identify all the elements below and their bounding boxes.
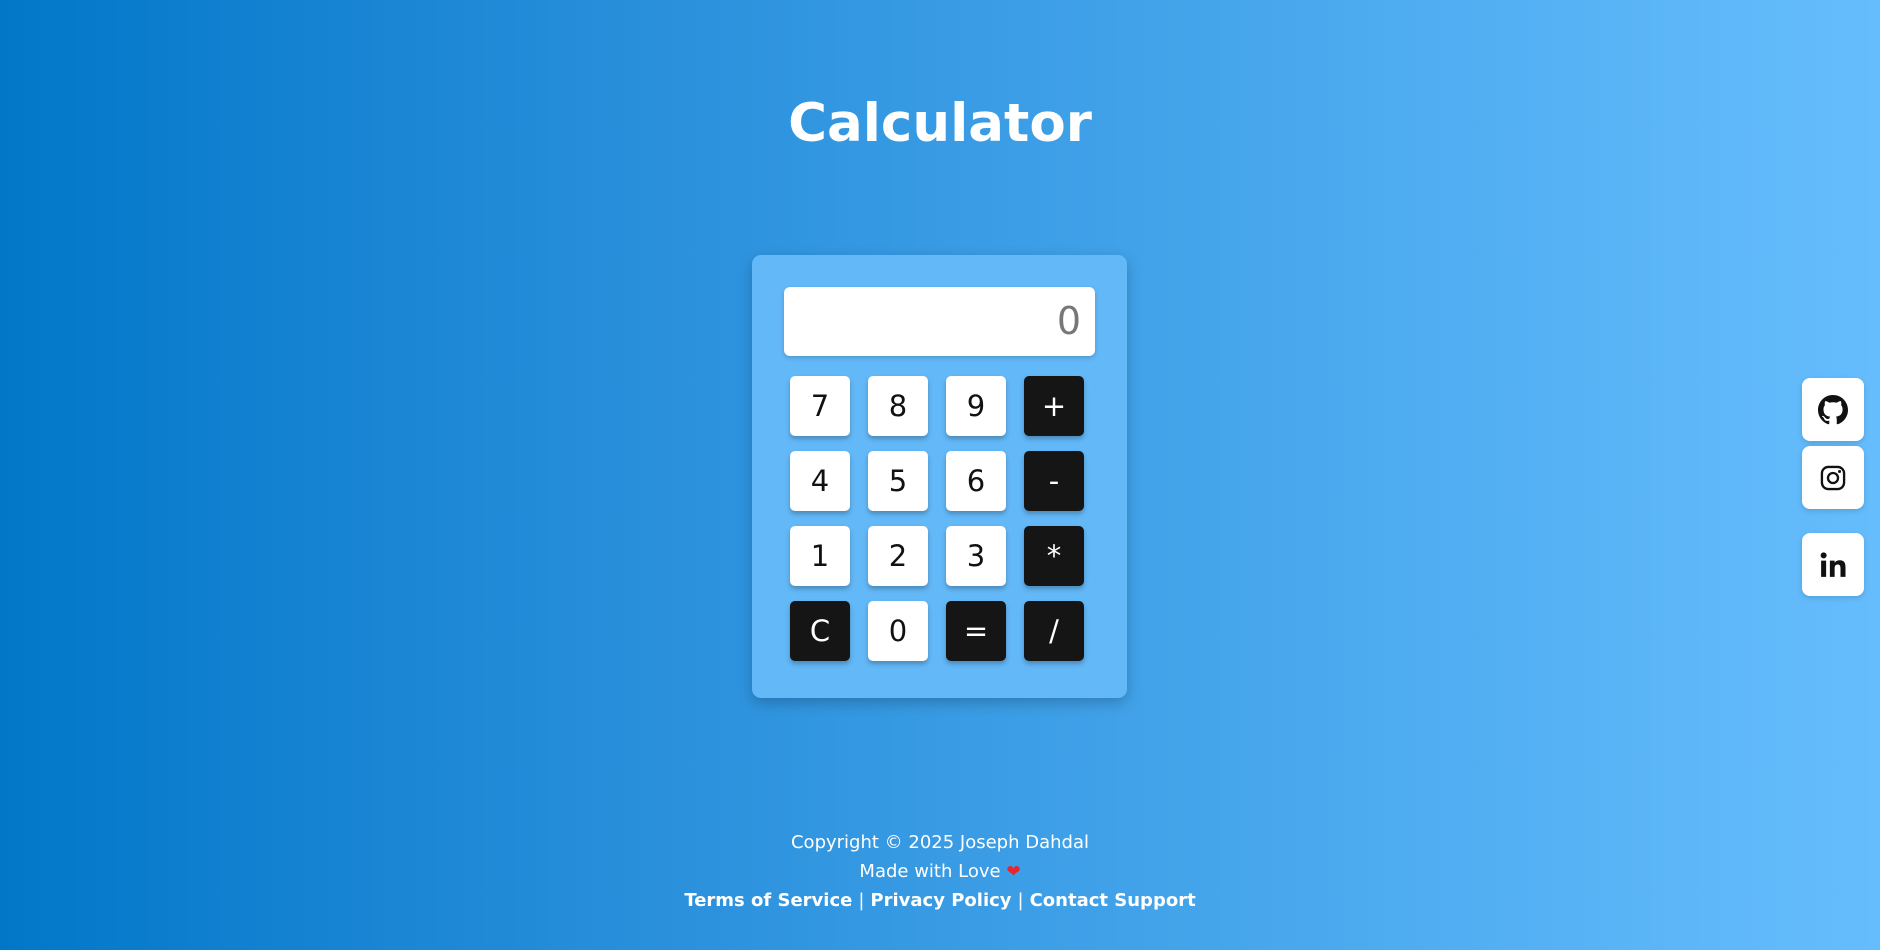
privacy-policy-link[interactable]: Privacy Policy bbox=[870, 890, 1011, 911]
github-link[interactable] bbox=[1802, 378, 1864, 441]
footer-separator: | bbox=[1017, 890, 1024, 911]
key-7-button[interactable]: 7 bbox=[790, 376, 850, 436]
instagram-link[interactable] bbox=[1802, 446, 1864, 509]
calculator: 0 7 8 9 +4 5 6-1 2 3 * C 0 = / bbox=[752, 255, 1127, 698]
instagram-icon bbox=[1819, 464, 1847, 492]
copyright-text: Copyright © 2025 Joseph Dahdal bbox=[790, 832, 1089, 853]
linkedin-icon bbox=[1818, 550, 1848, 580]
key-3-button[interactable]: 3 bbox=[946, 526, 1006, 586]
heart-icon: ❤ bbox=[1006, 862, 1021, 882]
key-add-button[interactable]: + bbox=[1024, 376, 1084, 436]
key-subtract-button[interactable]: - bbox=[1024, 451, 1084, 511]
calculator-display: 0 bbox=[784, 287, 1095, 356]
key-multiply-button[interactable]: * bbox=[1024, 526, 1084, 586]
keypad: 7 8 9 +4 5 6- 1 2 3 * C 0 = / bbox=[790, 376, 1084, 661]
key-6-button[interactable]: 6 bbox=[946, 451, 1006, 511]
page-title: Calculator bbox=[788, 93, 1092, 154]
footer: Copyright © 2025 Joseph Dahdal Made with… bbox=[0, 828, 1880, 915]
linkedin-link[interactable] bbox=[1802, 533, 1864, 596]
key-5-button[interactable]: 5 bbox=[868, 451, 928, 511]
contact-support-link[interactable]: Contact Support bbox=[1030, 890, 1196, 911]
footer-links: Terms of Service | Privacy Policy | Contact … bbox=[0, 886, 1880, 915]
key-0-button[interactable]: 0 bbox=[868, 601, 928, 661]
key-8-button[interactable]: 8 bbox=[868, 376, 928, 436]
made-with-love: Made with Love ❤ bbox=[0, 857, 1880, 886]
terms-of-service-link[interactable]: Terms of Service bbox=[684, 890, 852, 911]
key-clear-button[interactable]: C bbox=[790, 601, 850, 661]
key-9-button[interactable]: 9 bbox=[946, 376, 1006, 436]
footer-separator: | bbox=[858, 890, 865, 911]
key-4-button[interactable]: 4 bbox=[790, 451, 850, 511]
github-icon bbox=[1818, 394, 1848, 425]
made-with-text: Made with Love bbox=[859, 861, 1001, 882]
key-divide-button[interactable]: / bbox=[1024, 601, 1084, 661]
key-2-button[interactable]: 2 bbox=[868, 526, 928, 586]
key-1-button[interactable]: 1 bbox=[790, 526, 850, 586]
key-equals-button[interactable]: = bbox=[946, 601, 1006, 661]
